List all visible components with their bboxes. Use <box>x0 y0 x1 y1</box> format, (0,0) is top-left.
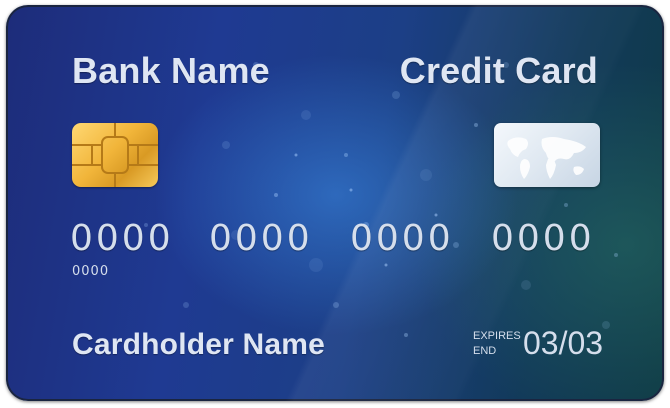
card-small-number: 0000 <box>72 264 110 279</box>
bank-name: Bank Name <box>72 50 270 91</box>
expires-label-bottom: END <box>473 345 497 357</box>
credit-card: Bank Name Credit Card 0000 0000 0000 000… <box>6 5 664 401</box>
card-number-group-3: 0000 <box>350 218 454 259</box>
expires-label: EXPIRES END <box>473 329 521 359</box>
card-number-group-2: 0000 <box>209 218 313 259</box>
cardholder-name: Cardholder Name <box>72 328 326 361</box>
expires-label-top: EXPIRES <box>473 330 521 342</box>
chip-icon <box>72 123 158 187</box>
card-number-group-1: 0000 <box>70 218 174 259</box>
card-number-group-4: 0000 <box>491 218 595 259</box>
card-type-label: Credit Card <box>399 50 598 91</box>
hologram-world-map-icon <box>494 123 600 187</box>
expiry-date: 03/03 <box>523 325 604 361</box>
